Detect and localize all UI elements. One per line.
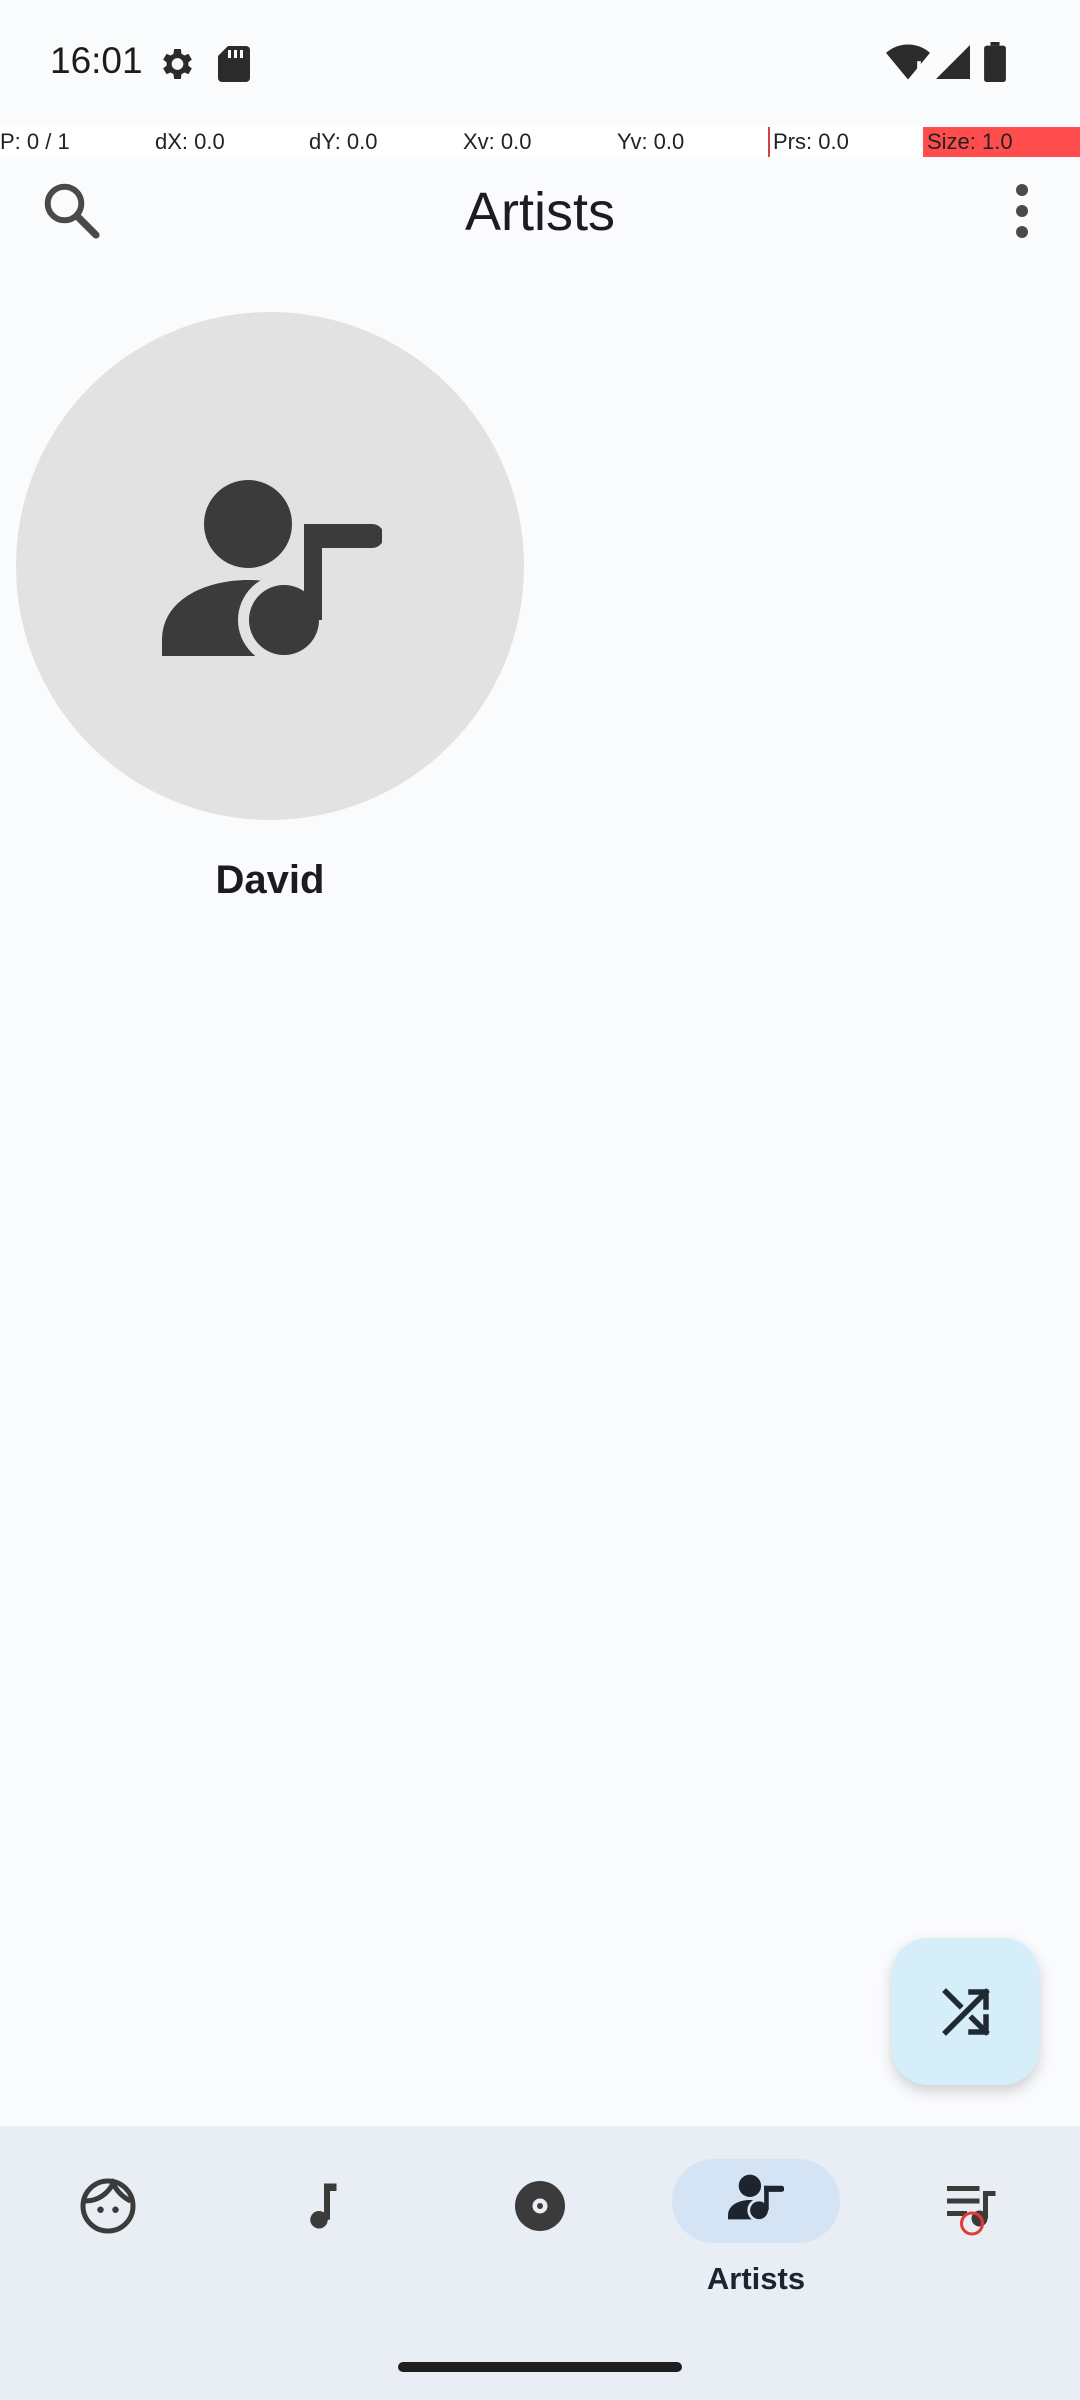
pointer-overlay: P: 0 / 1 dX: 0.0 dY: 0.0 Xv: 0.0 Yv: 0.0… <box>0 127 1080 157</box>
pointer-xv: Xv: 0.0 <box>463 129 532 154</box>
artist-icon <box>728 2174 785 2225</box>
shuffle-button[interactable] <box>892 1938 1039 2085</box>
screen: 16:01 P: 0 / 1 dX: 0.0 dY: 0.0 Xv: 0.0 Y… <box>0 0 1080 2400</box>
pointer-size: Size: 1.0 <box>923 127 1080 157</box>
nav-item-playlists[interactable] <box>914 2126 1030 2326</box>
artist-avatar <box>16 312 524 820</box>
artist-icon <box>162 480 384 666</box>
artist-name: David <box>215 858 325 902</box>
artist-card[interactable]: David <box>16 312 524 912</box>
shuffle-icon <box>936 1982 996 2047</box>
status-time: 16:01 <box>50 40 143 81</box>
sd-card-icon <box>218 46 250 87</box>
nav-item-albums[interactable] <box>482 2126 598 2326</box>
status-bar: 16:01 <box>0 0 1080 128</box>
app-bar: Artists <box>0 157 1080 267</box>
wifi-icon <box>886 44 930 87</box>
nav-item-songs[interactable] <box>266 2126 382 2326</box>
pointer-dx: dX: 0.0 <box>155 129 225 154</box>
pointer-pressure: Prs: 0.0 <box>768 127 849 157</box>
battery-icon <box>984 42 1006 87</box>
gear-icon <box>156 44 196 89</box>
pointer-dy: dY: 0.0 <box>309 129 378 154</box>
nav-label-artists: Artists <box>706 2261 806 2296</box>
face-icon <box>78 2176 138 2241</box>
more-vert-icon[interactable] <box>986 175 1058 247</box>
album-icon <box>510 2176 570 2241</box>
home-indicator[interactable] <box>398 2362 682 2372</box>
nav-item-artists[interactable]: Artists <box>672 2126 840 2326</box>
pointer-yv: Yv: 0.0 <box>617 129 685 154</box>
nav-item-for-you[interactable] <box>50 2126 166 2326</box>
music-note-icon <box>294 2176 354 2241</box>
cell-signal-icon <box>936 44 970 85</box>
bottom-nav: Artists <box>0 2126 1080 2400</box>
pointer-count: P: 0 / 1 <box>0 129 70 154</box>
page-title: Artists <box>464 182 615 242</box>
playlist-icon <box>942 2176 1002 2241</box>
